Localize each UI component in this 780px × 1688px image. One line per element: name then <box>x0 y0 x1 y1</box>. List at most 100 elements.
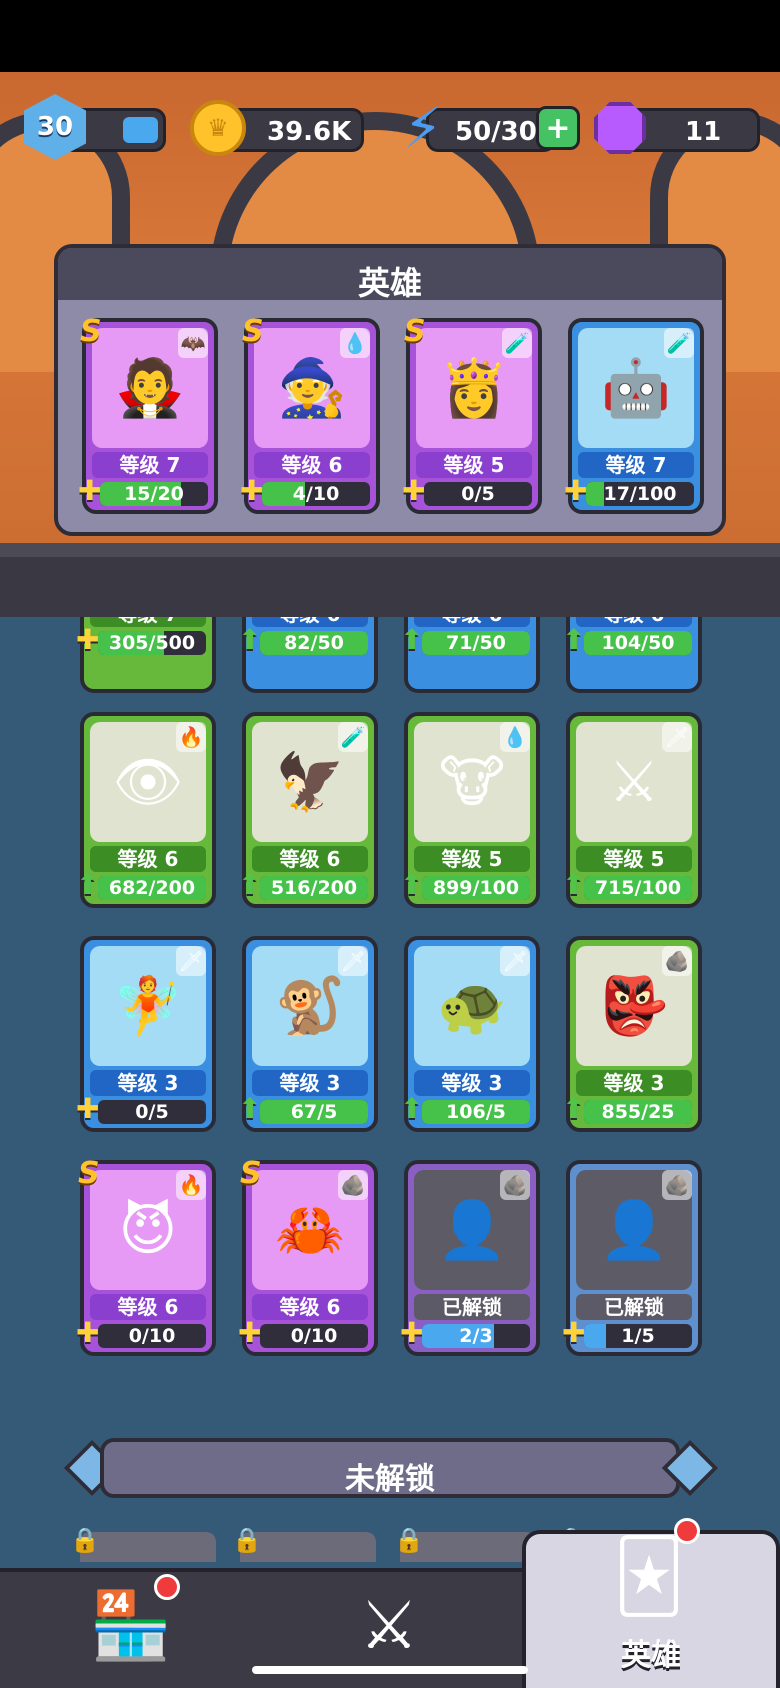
crown-coin-icon: ♛ <box>190 100 246 156</box>
water-icon: 💧 <box>500 722 530 752</box>
upgrade-arrow-icon: ⬆ <box>562 1092 586 1125</box>
coins-value: 39.6K <box>267 117 352 147</box>
hero-card[interactable]: 🤖 🧪 等级 7 17/100 ✚ <box>564 318 704 514</box>
hero-card[interactable]: 👤 🪨 已解锁 2/3 ✚ <box>400 1160 540 1356</box>
sword-icon: 🗡 <box>338 946 368 976</box>
hero-progress-bar: 82/50 <box>260 631 368 655</box>
hero-level: 等级 6 <box>576 617 692 627</box>
rarity-s-badge: S <box>80 314 102 349</box>
upgrade-arrow-icon: ⬆ <box>562 868 586 901</box>
hero-card[interactable]: 😈 🔥 S 等级 6 0/10 ✚ <box>76 1156 216 1356</box>
puzzle-piece-icon: ✚ <box>76 623 100 656</box>
lightning-icon: ⚡ <box>403 96 443 161</box>
hero-card[interactable]: 等级 7 305/500 ✚ <box>76 617 216 693</box>
hero-progress-bar: 682/200 <box>98 876 206 900</box>
hero-progress-text: 899/100 <box>432 877 520 899</box>
hero-progress-text: 104/50 <box>601 632 675 654</box>
hero-progress-bar: 715/100 <box>584 876 692 900</box>
hero-progress-bar: 104/50 <box>584 631 692 655</box>
hero-level: 等级 7 <box>90 617 206 627</box>
hero-progress-bar: 67/5 <box>260 1100 368 1124</box>
upgrade-arrow-icon: ⬆ <box>76 868 100 901</box>
hero-progress-bar: 0/5 <box>424 482 532 506</box>
hero-progress-bar: 1/5 <box>584 1324 692 1348</box>
hero-card[interactable]: 🐒 🗡 等级 3 67/5 ⬆ <box>238 936 378 1132</box>
hero-progress-bar: 0/5 <box>98 1100 206 1124</box>
hero-progress-bar: 2/3 <box>422 1324 530 1348</box>
rarity-s-badge: S <box>240 1156 262 1191</box>
energy-value: 50/30 <box>455 117 537 147</box>
hero-progress-bar: 106/5 <box>422 1100 530 1124</box>
castle-floor <box>0 557 780 617</box>
rarity-s-badge: S <box>78 1156 100 1191</box>
hero-card[interactable]: 🦀 🪨 S 等级 6 0/10 ✚ <box>238 1156 378 1356</box>
hero-card[interactable]: 🐢 🗡 等级 3 106/5 ⬆ <box>400 936 540 1132</box>
hero-card[interactable]: 👁 🔥 等级 6 682/200 ⬆ <box>76 712 216 908</box>
sword-icon: 🗡 <box>500 946 530 976</box>
hero-progress-text: 0/5 <box>461 483 495 505</box>
upgrade-arrow-icon: ⬆ <box>238 623 262 656</box>
sword-icon: 🗡 <box>662 722 692 752</box>
hero-progress-text: 2/3 <box>459 1325 493 1347</box>
puzzle-piece-icon: ✚ <box>76 1092 100 1125</box>
hero-progress-bar: 516/200 <box>260 876 368 900</box>
hero-progress-text: 516/200 <box>270 877 358 899</box>
gems-value: 11 <box>685 117 722 147</box>
hero-progress-text: 71/50 <box>446 632 506 654</box>
puzzle-piece-icon: ✚ <box>562 1316 586 1349</box>
puzzle-piece-icon: ✚ <box>76 1316 100 1349</box>
hero-progress-text: 4/10 <box>292 483 340 505</box>
hero-card[interactable]: 👺 🪨 等级 3 855/25 ⬆ <box>562 936 702 1132</box>
hero-card[interactable]: 🧛 🦇 S 等级 7 15/20 ✚ <box>78 314 218 514</box>
hero-card[interactable]: 👤 🪨 已解锁 1/5 ✚ <box>562 1160 702 1356</box>
hero-card[interactable]: 等级 6 71/50 ⬆ <box>400 617 540 693</box>
hero-level: 等级 6 <box>252 617 368 627</box>
hero-progress-bar: 0/10 <box>98 1324 206 1348</box>
hero-progress-bar: 0/10 <box>260 1324 368 1348</box>
hero-progress-text: 1/5 <box>621 1325 655 1347</box>
hero-card[interactable]: 等级 6 82/50 ⬆ <box>238 617 378 693</box>
locked-section-banner: 未解锁 <box>100 1438 680 1498</box>
hero-level: 等级 3 <box>414 1070 530 1096</box>
hero-card[interactable]: 🦅 🧪 等级 6 516/200 ⬆ <box>238 712 378 908</box>
puzzle-piece-icon: ✚ <box>238 1316 262 1349</box>
hero-card[interactable]: ⚔ 🗡 等级 5 715/100 ⬆ <box>562 712 702 908</box>
heroes-notification-dot <box>674 1518 700 1544</box>
upgrade-arrow-icon: ⬆ <box>400 1092 424 1125</box>
upgrade-arrow-icon: ⬆ <box>400 868 424 901</box>
hero-row-partial: 等级 7305/500✚等级 682/50⬆等级 671/50⬆等级 6104/… <box>0 617 780 697</box>
add-energy-button[interactable]: + <box>536 106 580 150</box>
hero-card[interactable]: 🧚 🗡 等级 3 0/5 ✚ <box>76 936 216 1132</box>
hero-progress-text: 855/25 <box>601 1101 675 1123</box>
puzzle-piece-icon: ✚ <box>240 474 264 507</box>
upgrade-arrow-icon: ⬆ <box>400 623 424 656</box>
rock-icon: 🪨 <box>338 1170 368 1200</box>
hero-progress-bar: 15/20 <box>100 482 208 506</box>
hero-progress-bar: 71/50 <box>422 631 530 655</box>
hero-card[interactable]: 等级 6 104/50 ⬆ <box>562 617 702 693</box>
locked-card[interactable] <box>80 1532 216 1562</box>
puzzle-piece-icon: ✚ <box>400 1316 424 1349</box>
lock-icon: 🔒 <box>394 1526 424 1554</box>
locked-section-title: 未解锁 <box>345 1462 435 1497</box>
status-bar <box>0 0 780 72</box>
rarity-s-badge: S <box>242 314 264 349</box>
lock-icon: 🔒 <box>70 1526 100 1554</box>
nav-tab-heroes-label: 英雄 <box>621 1638 681 1673</box>
puzzle-piece-icon: ✚ <box>78 474 102 507</box>
team-title: 英雄 <box>357 264 422 302</box>
rock-icon: 🪨 <box>662 1170 692 1200</box>
player-level: 30 <box>36 112 74 142</box>
hero-level: 等级 6 <box>90 846 206 872</box>
hero-progress-text: 0/10 <box>128 1325 176 1347</box>
hero-progress-text: 82/50 <box>284 632 344 654</box>
hero-card[interactable]: 🧙 💧 S 等级 6 4/10 ✚ <box>240 314 380 514</box>
hero-progress-text: 682/200 <box>108 877 196 899</box>
hero-progress-bar: 305/500 <box>98 631 206 655</box>
battle-swords-icon[interactable]: ⚔ <box>344 1580 434 1670</box>
hero-card[interactable]: 👸 🧪 S 等级 5 0/5 ✚ <box>402 314 542 514</box>
hero-progress-bar: 17/100 <box>586 482 694 506</box>
fire-icon: 🔥 <box>176 722 206 752</box>
hero-level: 等级 7 <box>578 452 694 478</box>
hero-card[interactable]: 🐮 💧 等级 5 899/100 ⬆ <box>400 712 540 908</box>
